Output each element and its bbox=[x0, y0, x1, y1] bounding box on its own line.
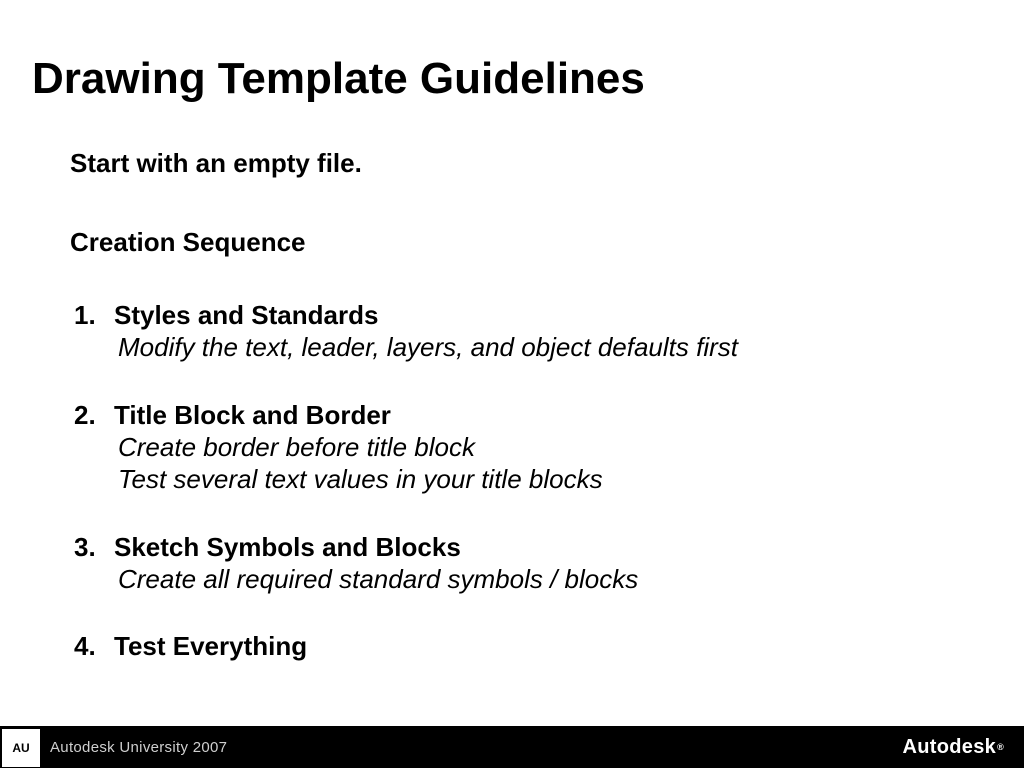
list-item-title: Test Everything bbox=[114, 631, 307, 662]
list-item-line: 4. Test Everything bbox=[74, 631, 984, 662]
slide: Drawing Template Guidelines Start with a… bbox=[0, 0, 1024, 768]
slide-title: Drawing Template Guidelines bbox=[32, 54, 645, 104]
sequence-heading: Creation Sequence bbox=[70, 227, 984, 258]
list-item-number: 4. bbox=[74, 631, 114, 662]
au-logo-text: Autodesk University 2007 bbox=[50, 739, 227, 756]
list-item-title: Sketch Symbols and Blocks bbox=[114, 532, 461, 563]
list-item-title: Title Block and Border bbox=[114, 400, 391, 431]
list-item-number: 3. bbox=[74, 532, 114, 563]
list-item: 4. Test Everything bbox=[70, 631, 984, 662]
list-item-desc: Create all required standard symbols / b… bbox=[118, 563, 984, 596]
list-item-desc: Test several text values in your title b… bbox=[118, 463, 984, 496]
list-item-line: 2. Title Block and Border bbox=[74, 400, 984, 431]
au-logo-box: AU bbox=[2, 729, 40, 767]
list-item: 1. Styles and Standards Modify the text,… bbox=[70, 300, 984, 364]
slide-content: Start with an empty file. Creation Seque… bbox=[70, 148, 984, 698]
intro-text: Start with an empty file. bbox=[70, 148, 984, 179]
au-logo: AU Autodesk University 2007 bbox=[0, 726, 227, 768]
list-item-line: 3. Sketch Symbols and Blocks bbox=[74, 532, 984, 563]
autodesk-logo: Autodesk® bbox=[903, 736, 1004, 759]
list-item-title: Styles and Standards bbox=[114, 300, 378, 331]
list-item: 3. Sketch Symbols and Blocks Create all … bbox=[70, 532, 984, 596]
list-item-desc: Modify the text, leader, layers, and obj… bbox=[118, 331, 984, 364]
list-item-number: 2. bbox=[74, 400, 114, 431]
autodesk-logo-text: Autodesk bbox=[903, 736, 997, 759]
list-item-number: 1. bbox=[74, 300, 114, 331]
registered-mark: ® bbox=[997, 742, 1004, 752]
footer-bar: AU Autodesk University 2007 Autodesk® bbox=[0, 726, 1024, 768]
list-item-line: 1. Styles and Standards bbox=[74, 300, 984, 331]
list-item-desc: Create border before title block bbox=[118, 431, 984, 464]
list-item: 2. Title Block and Border Create border … bbox=[70, 400, 984, 496]
